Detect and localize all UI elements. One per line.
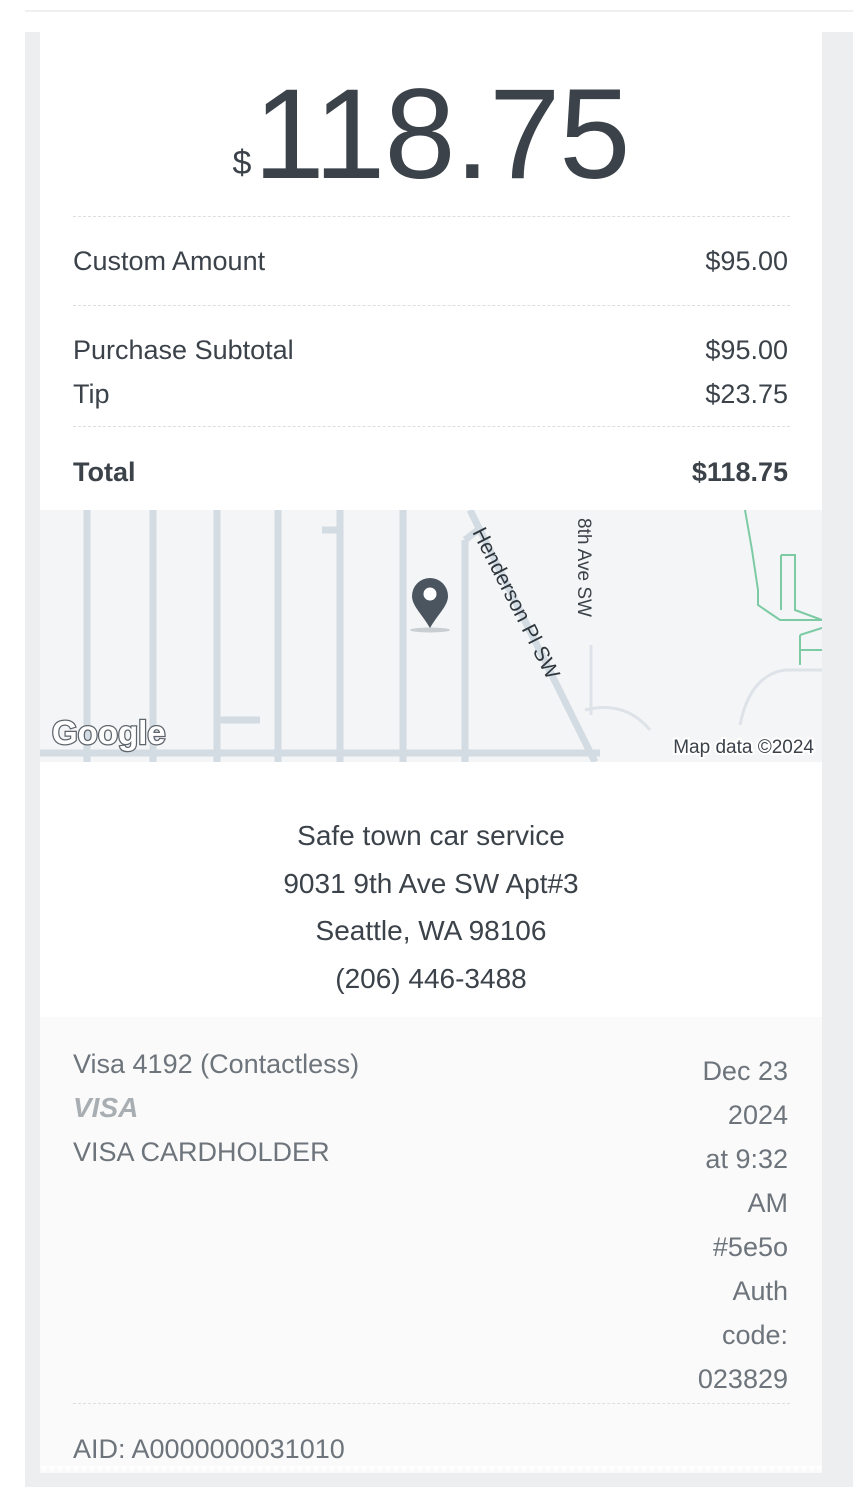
transaction-details: Dec 23 2024 at 9:32 AM #5e5o Auth code: … [648,1049,788,1401]
merchant-address-line2: Seattle, WA 98106 [315,915,547,946]
street-label-henderson: Henderson Pl SW [468,524,564,683]
aid-text: AID: A0000000031010 [73,1434,345,1464]
location-pin-icon [410,578,450,633]
subtotal-value: $95.00 [705,335,788,365]
currency-symbol: $ [232,144,252,183]
payment-card-info: Visa 4192 (Contactless) VISA VISA CARDHO… [73,1049,359,1181]
tip-row: Tip $23.75 [73,379,788,409]
date-line: 2024 [727,1100,788,1130]
merchant-address-line1: 9031 9th Ave SW Apt#3 [283,867,579,899]
top-divider [25,10,853,12]
divider [73,305,790,306]
date-line: AM [747,1188,789,1218]
date-line: at 9:32 [705,1144,788,1174]
total-label: Total [73,457,136,487]
receipt-page: $118.75 Custom Amount $95.00 Purchase Su… [0,0,865,1512]
card-description: Visa 4192 (Contactless) [73,1049,360,1079]
google-logo: Google [52,714,166,751]
auth-code-line: Auth [732,1276,788,1306]
auth-code-value: 023829 [697,1364,788,1394]
line-item-row: Custom Amount $95.00 [73,246,788,276]
subtotal-row: Purchase Subtotal $95.00 [73,335,788,365]
tip-value: $23.75 [705,379,788,409]
cardholder-name: VISA CARDHOLDER [73,1137,330,1167]
amount-value: 118.75 [253,63,630,206]
map-canvas: Henderson Pl SW 8th Ave SW Google Map da… [40,510,822,762]
receipt-card: $118.75 Custom Amount $95.00 Purchase Su… [40,32,822,1473]
map-attribution: Map data ©2024 [673,737,814,758]
merchant-name: Safe town car service [297,820,565,851]
divider [73,1403,790,1404]
merchant-info: Safe town car service 9031 9th Ave SW Ap… [40,812,822,1002]
date-line: Dec 23 [702,1056,788,1086]
street-label-8th-ave: 8th Ave SW [573,518,594,617]
divider [73,216,790,217]
subtotal-label: Purchase Subtotal [73,335,294,365]
merchant-phone[interactable]: (206) 446-3488 [40,955,822,1003]
total-row: Total $118.75 [73,457,788,487]
line-item-label: Custom Amount [73,246,266,276]
tip-label: Tip [73,379,110,409]
auth-code-line: code: [721,1320,788,1350]
divider [73,426,790,427]
receipt-number: #5e5o [712,1232,788,1262]
line-item-value: $95.00 [705,246,788,276]
receipt-torn-edge [40,1466,822,1472]
total-amount-display: $118.75 [40,71,822,199]
total-value: $118.75 [691,457,788,487]
location-map[interactable]: Henderson Pl SW 8th Ave SW Google Map da… [40,510,822,762]
visa-logo: VISA [73,1092,139,1123]
